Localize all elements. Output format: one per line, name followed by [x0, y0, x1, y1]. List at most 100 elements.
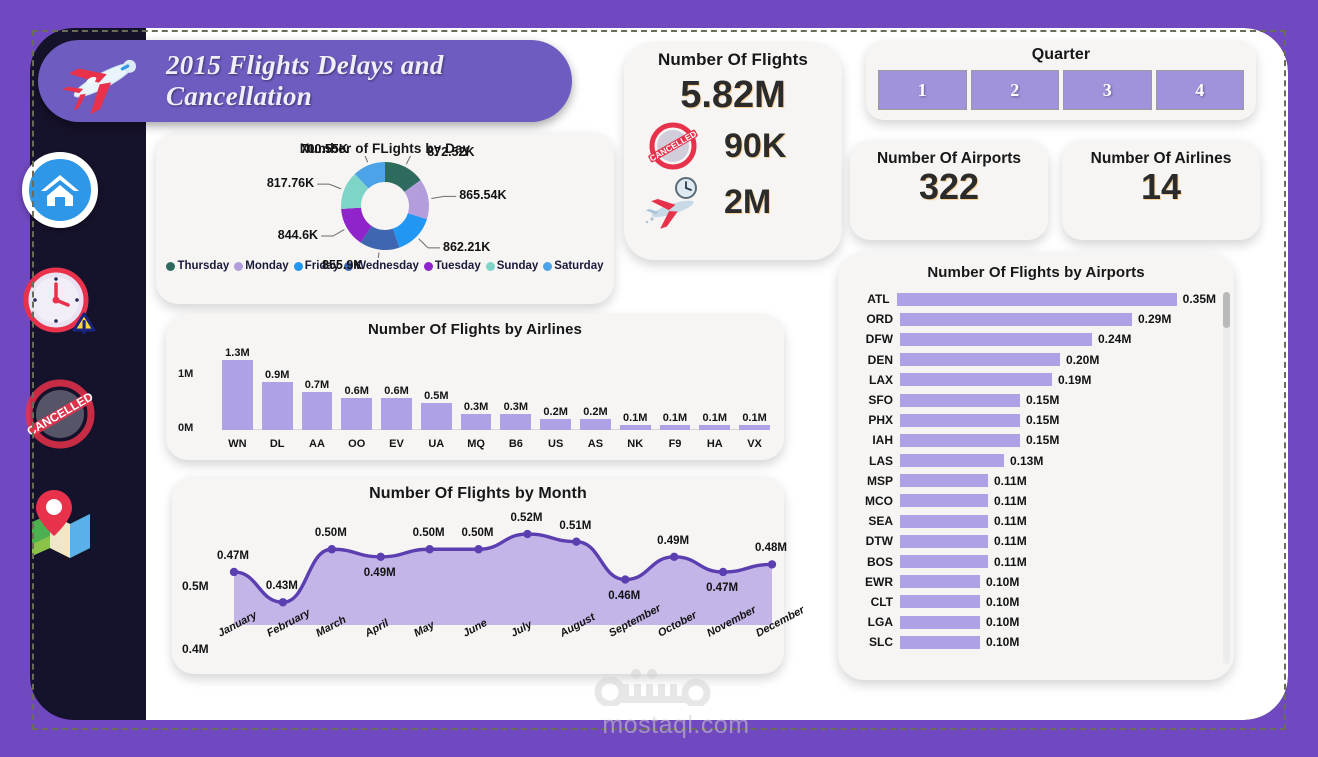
airports-bar-rect[interactable]	[900, 393, 1020, 407]
airports-bar-rect[interactable]	[900, 514, 988, 528]
month-data-point[interactable]	[767, 560, 777, 569]
airports-bar-rect[interactable]	[900, 454, 1004, 468]
month-data-point[interactable]	[376, 552, 385, 562]
donut-value-label: 865.54K	[459, 188, 507, 203]
month-value-label: 0.43M	[265, 580, 298, 593]
airports-bar-rect[interactable]	[900, 575, 980, 589]
airlines-bar-column[interactable]: 0.3M	[460, 346, 492, 430]
sidebar-item-cancelled[interactable]: CANCELLED	[12, 366, 108, 462]
airports-bar-rect[interactable]	[900, 494, 988, 508]
airlines-bar-column[interactable]: 1.3M	[222, 346, 253, 430]
month-data-point[interactable]	[278, 598, 288, 607]
airports-bar-row[interactable]: BOS 0.11M	[844, 551, 1216, 571]
airlines-bar-rect[interactable]	[659, 424, 691, 430]
airports-bar-row[interactable]: CLT 0.10M	[844, 592, 1216, 612]
airports-bar-value: 0.10M	[986, 615, 1020, 630]
airports-bar-row[interactable]: IAH 0.15M	[844, 430, 1216, 450]
airlines-bars[interactable]: 1.3M 0.9M 0.7M 0.6M 0.6M 0.5M 0.3M 0.3M 0.2M 0.2M…	[222, 346, 770, 430]
airlines-bar-rect[interactable]	[381, 397, 412, 430]
airlines-bar-rect[interactable]	[301, 392, 333, 430]
airlines-bar-rect[interactable]	[699, 424, 731, 430]
donut-chart[interactable]	[156, 149, 614, 267]
airports-bar-row[interactable]: PHX 0.15M	[844, 410, 1216, 430]
airlines-bar-rect[interactable]	[261, 381, 293, 430]
airports-bar-row[interactable]: LAS 0.13M	[844, 451, 1216, 471]
airlines-bar-value: 0.5M	[424, 390, 449, 403]
airports-bar-row[interactable]: MCO 0.11M	[844, 491, 1216, 511]
airports-scrollbar-thumb[interactable]	[1223, 292, 1230, 328]
airports-bar-row[interactable]: LAX 0.19M	[844, 370, 1216, 390]
airports-bar-rect[interactable]	[900, 353, 1060, 367]
airlines-bar-rect[interactable]	[222, 360, 253, 430]
airlines-bar-rect[interactable]	[540, 419, 572, 430]
quarter-button-1[interactable]: 1	[878, 70, 967, 110]
airports-bar-row[interactable]: SFO 0.15M	[844, 390, 1216, 410]
airports-bar-rect[interactable]	[900, 555, 988, 569]
airports-bar-row[interactable]: MSP 0.11M	[844, 471, 1216, 491]
airports-bar-row[interactable]: EWR 0.10M	[844, 572, 1216, 592]
month-data-point[interactable]	[572, 537, 581, 546]
airports-bar-rect[interactable]	[900, 635, 980, 649]
home-icon[interactable]	[22, 152, 98, 228]
airports-bar-rect[interactable]	[900, 413, 1020, 427]
airports-bar-rect[interactable]	[896, 292, 1177, 306]
airlines-bar-column[interactable]: 0.6M	[341, 346, 373, 430]
airlines-bar-column[interactable]: 0.1M	[659, 346, 691, 430]
airports-bar-rect[interactable]	[900, 332, 1092, 346]
quarter-button-3[interactable]: 3	[1063, 70, 1152, 110]
airports-bar-row[interactable]: ORD 0.29M	[844, 309, 1216, 329]
airports-bar-rect[interactable]	[900, 534, 988, 548]
airlines-bar-rect[interactable]	[500, 413, 532, 430]
airports-bar-row[interactable]: DFW 0.24M	[844, 329, 1216, 349]
airlines-bar-column[interactable]: 0.1M	[699, 346, 731, 430]
airports-bar-row[interactable]: SLC 0.10M	[844, 632, 1216, 652]
month-data-point[interactable]	[229, 567, 239, 577]
airports-bar-rect[interactable]	[900, 474, 988, 488]
airlines-bar-column[interactable]: 0.2M	[580, 346, 611, 430]
airports-scrollbar[interactable]	[1223, 292, 1230, 664]
airlines-bar-column[interactable]: 0.6M	[381, 346, 412, 430]
airports-bar-value: 0.10M	[986, 574, 1020, 589]
airports-bar-rect[interactable]	[900, 615, 980, 629]
sidebar-item-delays[interactable]	[12, 256, 108, 352]
airports-bar-rect[interactable]	[900, 595, 980, 609]
airports-bar-row[interactable]: DEN 0.20M	[844, 350, 1216, 370]
airlines-bar-rect[interactable]	[580, 419, 611, 430]
airports-bar-list[interactable]: ATL 0.35M ORD 0.29M DFW 0.24M DEN 0.20M LAX 0.19M…	[844, 289, 1216, 652]
month-data-point[interactable]	[621, 575, 630, 584]
airlines-bar-column[interactable]: 0.2M	[540, 346, 572, 430]
airlines-bar-rect[interactable]	[739, 424, 770, 430]
month-data-point[interactable]	[425, 545, 434, 554]
quarter-button-4[interactable]: 4	[1155, 70, 1244, 110]
airlines-bar-rect[interactable]	[341, 397, 373, 430]
airlines-bar-rect[interactable]	[460, 413, 492, 430]
airlines-bar-column[interactable]: 0.5M	[420, 346, 452, 430]
month-data-point[interactable]	[523, 529, 532, 539]
airlines-bar-column[interactable]: 0.1M	[739, 346, 770, 430]
month-data-point[interactable]	[474, 545, 483, 554]
quarter-button-2[interactable]: 2	[970, 70, 1059, 110]
airports-bar-row[interactable]: DTW 0.11M	[844, 531, 1216, 551]
airlines-bar-rect[interactable]	[619, 424, 651, 430]
airports-bar-rect[interactable]	[900, 373, 1052, 387]
airports-bar-track: 0.15M	[900, 413, 1216, 427]
month-data-point[interactable]	[327, 545, 337, 554]
airlines-chart-area: 1M 0M 1.3M 0.9M 0.7M 0.6M 0.6M 0.5M 0.3M 0.3M 0.…	[176, 340, 774, 452]
dashboard-title-banner: 2015 Flights Delays and Cancellation	[38, 40, 572, 122]
month-data-point[interactable]	[718, 567, 728, 577]
airports-bar-rect[interactable]	[900, 433, 1020, 447]
airlines-bar-column[interactable]: 0.3M	[500, 346, 532, 430]
airports-bar-row[interactable]: SEA 0.11M	[844, 511, 1216, 531]
sidebar-item-home[interactable]	[12, 142, 108, 238]
airlines-bar-column[interactable]: 0.7M	[301, 346, 333, 430]
airports-bar-rect[interactable]	[900, 312, 1132, 326]
sidebar-item-map[interactable]	[12, 476, 108, 572]
airports-bar-row[interactable]: LGA 0.10M	[844, 612, 1216, 632]
quarter-slicer-card: Quarter 1 2 3 4	[866, 40, 1256, 120]
airports-bar-row[interactable]: ATL 0.35M	[844, 289, 1216, 309]
month-data-point[interactable]	[669, 552, 679, 562]
airlines-bar-column[interactable]: 0.1M	[619, 346, 651, 430]
airlines-bar-column[interactable]: 0.9M	[261, 346, 293, 430]
airlines-bar-rect[interactable]	[420, 403, 452, 430]
airports-bar-track: 0.24M	[900, 332, 1216, 346]
